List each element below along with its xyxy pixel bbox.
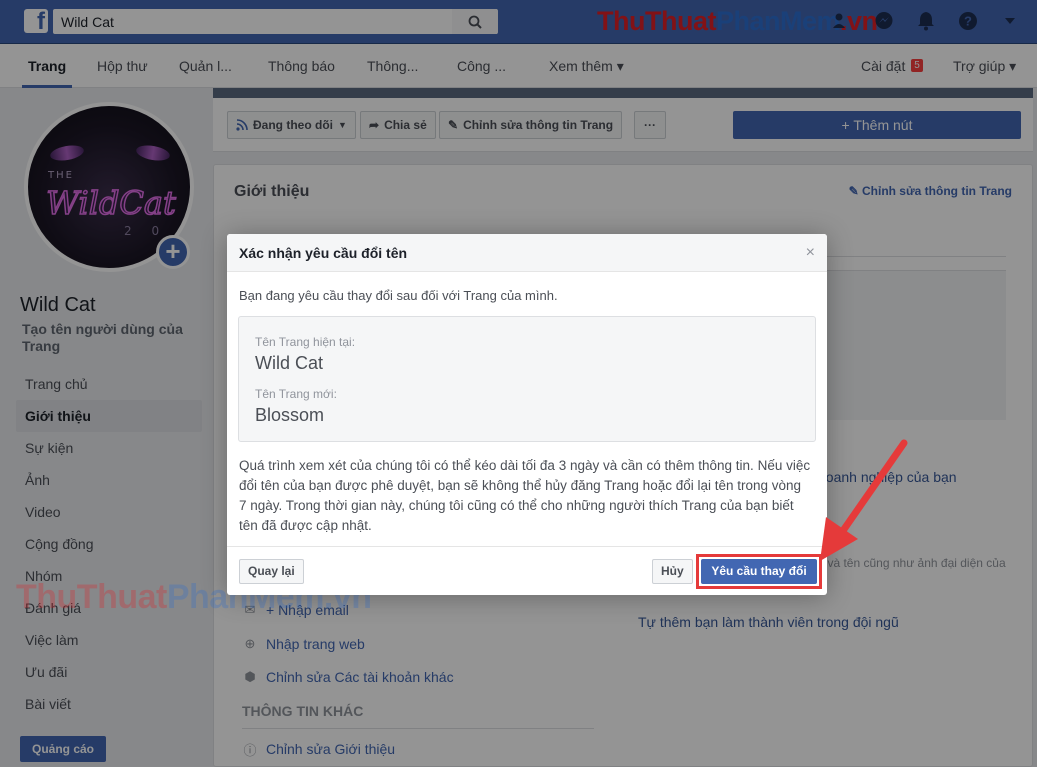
dialog-footer: Quay lại Hủy Yêu cầu thay đổi bbox=[227, 546, 827, 595]
dialog-body-text: Quá trình xem xét của chúng tôi có thể k… bbox=[239, 458, 811, 533]
close-icon[interactable]: × bbox=[806, 244, 815, 262]
new-name-label: Tên Trang mới: bbox=[255, 387, 337, 401]
dialog-header: Xác nhận yêu cầu đổi tên × bbox=[227, 234, 827, 272]
name-change-box: Tên Trang hiện tại: Wild Cat Tên Trang m… bbox=[238, 316, 816, 442]
annotation-arrow-icon bbox=[820, 439, 908, 561]
rename-confirm-dialog: Xác nhận yêu cầu đổi tên × Bạn đang yêu … bbox=[227, 234, 827, 595]
back-button[interactable]: Quay lại bbox=[239, 559, 304, 584]
current-name-label: Tên Trang hiện tại: bbox=[255, 335, 356, 349]
dialog-intro: Bạn đang yêu cầu thay đổi sau đối với Tr… bbox=[239, 288, 558, 303]
cancel-button[interactable]: Hủy bbox=[652, 559, 693, 584]
watermark-mid-part1: ThuThuat bbox=[16, 578, 167, 616]
new-name-value: Blossom bbox=[255, 405, 325, 425]
current-name-value: Wild Cat bbox=[255, 353, 324, 373]
dialog-title: Xác nhận yêu cầu đổi tên bbox=[239, 245, 408, 261]
